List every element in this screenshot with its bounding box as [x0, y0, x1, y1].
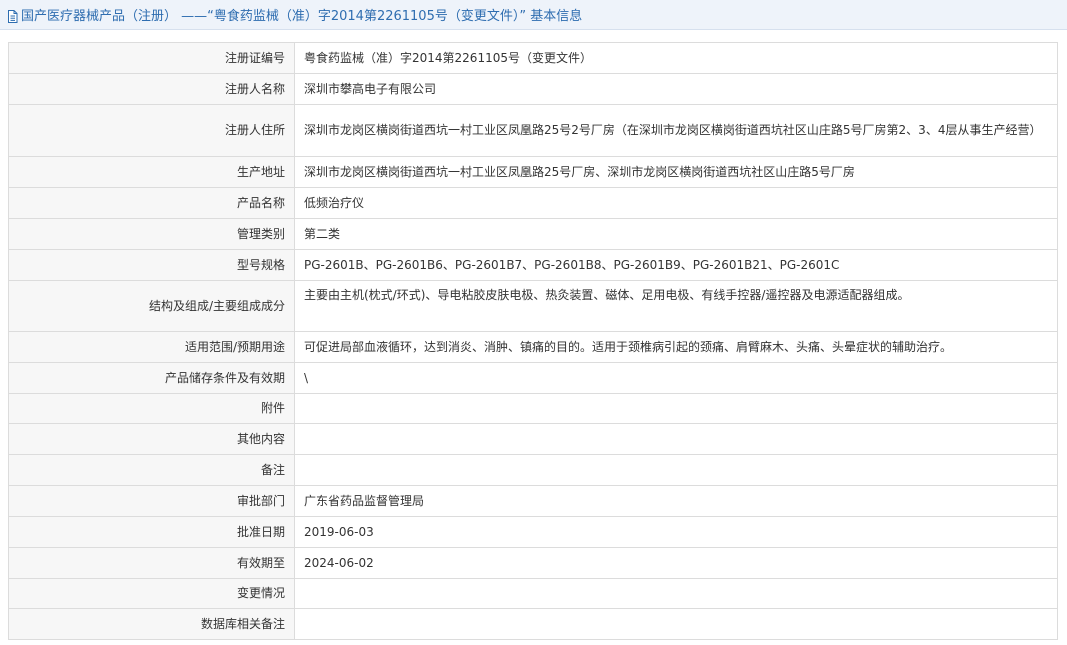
row-label: 产品储存条件及有效期: [8, 362, 295, 394]
row-value: [294, 423, 1058, 455]
row-label: 有效期至: [8, 547, 295, 579]
table-row: 数据库相关备注: [8, 608, 1058, 640]
table-row: 审批部门 广东省药品监督管理局: [8, 485, 1058, 517]
row-label: 型号规格: [8, 249, 295, 281]
row-label: 批准日期: [8, 516, 295, 548]
row-value: [294, 454, 1058, 486]
table-row: 管理类别 第二类: [8, 218, 1058, 250]
row-value: 2024-06-02: [294, 547, 1058, 579]
table-row: 注册人住所 深圳市龙岗区横岗街道西坑一村工业区凤凰路25号2号厂房（在深圳市龙岗…: [8, 104, 1058, 157]
row-label: 结构及组成/主要组成成分: [8, 280, 295, 332]
row-value: 深圳市龙岗区横岗街道西坑一村工业区凤凰路25号2号厂房（在深圳市龙岗区横岗街道西…: [294, 104, 1058, 157]
row-value: 粤食药监械（准）字2014第2261105号（变更文件）: [294, 42, 1058, 74]
row-value: 广东省药品监督管理局: [294, 485, 1058, 517]
row-label: 注册证编号: [8, 42, 295, 74]
page-title: 国产医疗器械产品（注册） ——“粤食药监械（准）字2014第2261105号（变…: [21, 9, 583, 24]
table-row: 型号规格 PG-2601B、PG-2601B6、PG-2601B7、PG-260…: [8, 249, 1058, 281]
document-icon: [7, 8, 18, 23]
row-value: 2019-06-03: [294, 516, 1058, 548]
row-value: PG-2601B、PG-2601B6、PG-2601B7、PG-2601B8、P…: [294, 249, 1058, 281]
row-label: 适用范围/预期用途: [8, 331, 295, 363]
table-row: 变更情况: [8, 578, 1058, 609]
row-label: 变更情况: [8, 578, 295, 609]
row-value: 深圳市龙岗区横岗街道西坑一村工业区凤凰路25号厂房、深圳市龙岗区横岗街道西坑社区…: [294, 156, 1058, 188]
row-label: 生产地址: [8, 156, 295, 188]
row-label: 其他内容: [8, 423, 295, 455]
table-row: 产品储存条件及有效期 \: [8, 362, 1058, 394]
row-value: 深圳市攀高电子有限公司: [294, 73, 1058, 105]
table-row: 注册人名称 深圳市攀高电子有限公司: [8, 73, 1058, 105]
row-value: 第二类: [294, 218, 1058, 250]
table-row: 结构及组成/主要组成成分 主要由主机(枕式/环式)、导电粘胶皮肤电极、热灸装置、…: [8, 280, 1058, 332]
page-header: 国产医疗器械产品（注册） ——“粤食药监械（准）字2014第2261105号（变…: [0, 0, 1067, 30]
row-label: 备注: [8, 454, 295, 486]
row-label: 审批部门: [8, 485, 295, 517]
row-value: 可促进局部血液循环，达到消炎、消肿、镇痛的目的。适用于颈椎病引起的颈痛、肩臂麻木…: [294, 331, 1058, 363]
row-label: 数据库相关备注: [8, 608, 295, 640]
row-value: 主要由主机(枕式/环式)、导电粘胶皮肤电极、热灸装置、磁体、足用电极、有线手控器…: [294, 280, 1058, 332]
table-row: 有效期至 2024-06-02: [8, 547, 1058, 579]
table-row: 注册证编号 粤食药监械（准）字2014第2261105号（变更文件）: [8, 42, 1058, 74]
row-value: \: [294, 362, 1058, 394]
table-row: 批准日期 2019-06-03: [8, 516, 1058, 548]
table-row: 备注: [8, 454, 1058, 486]
row-value: [294, 393, 1058, 424]
table-row: 附件: [8, 393, 1058, 424]
row-label: 管理类别: [8, 218, 295, 250]
info-table: 注册证编号 粤食药监械（准）字2014第2261105号（变更文件） 注册人名称…: [8, 42, 1058, 640]
table-row: 生产地址 深圳市龙岗区横岗街道西坑一村工业区凤凰路25号厂房、深圳市龙岗区横岗街…: [8, 156, 1058, 188]
row-label: 注册人住所: [8, 104, 295, 157]
row-label: 注册人名称: [8, 73, 295, 105]
table-row: 适用范围/预期用途 可促进局部血液循环，达到消炎、消肿、镇痛的目的。适用于颈椎病…: [8, 331, 1058, 363]
row-label: 产品名称: [8, 187, 295, 219]
row-value: [294, 608, 1058, 640]
table-row: 产品名称 低频治疗仪: [8, 187, 1058, 219]
table-row: 其他内容: [8, 423, 1058, 455]
row-value: [294, 578, 1058, 609]
row-label: 附件: [8, 393, 295, 424]
row-value: 低频治疗仪: [294, 187, 1058, 219]
